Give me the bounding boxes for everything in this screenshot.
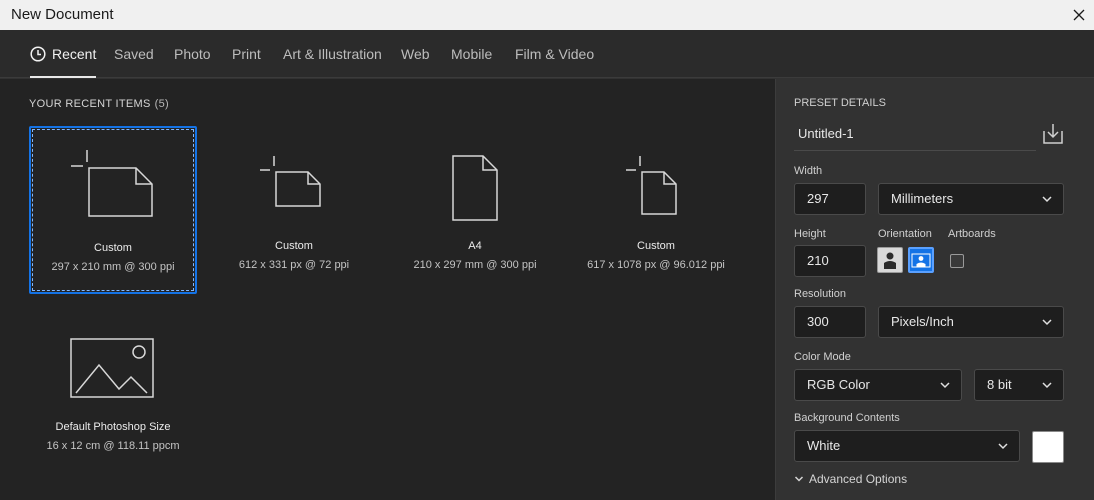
- tab-label: Recent: [52, 46, 97, 62]
- color-mode-select[interactable]: RGB Color: [794, 369, 962, 401]
- bit-depth-value: 8 bit: [987, 377, 1012, 392]
- tab-label: Mobile: [451, 46, 493, 62]
- tab-label: Print: [232, 46, 261, 62]
- chevron-down-icon: [940, 382, 950, 389]
- chevron-down-icon: [1042, 196, 1052, 203]
- chevron-down-icon: [998, 443, 1008, 450]
- tab-label: Web: [401, 46, 430, 62]
- title-bar: New Document: [0, 0, 1094, 30]
- orientation-label: Orientation: [878, 228, 932, 240]
- resolution-label: Resolution: [794, 288, 846, 300]
- landscape-doc-icon: [260, 156, 321, 207]
- background-contents-value: White: [807, 438, 841, 453]
- width-unit-value: Millimeters: [891, 191, 954, 206]
- portrait-person-icon: [884, 252, 896, 269]
- recent-item-name: Custom: [637, 240, 675, 252]
- height-input[interactable]: 210: [794, 245, 866, 277]
- recent-item-name: Custom: [94, 242, 132, 254]
- width-unit-select[interactable]: Millimeters: [878, 183, 1064, 215]
- tab-film-video[interactable]: Film & Video: [515, 30, 594, 78]
- close-button[interactable]: [1064, 0, 1094, 30]
- close-icon: [1073, 9, 1085, 21]
- background-contents-label: Background Contents: [794, 412, 900, 424]
- recent-item[interactable]: A4 210 x 297 mm @ 300 ppi: [391, 126, 559, 294]
- resolution-unit-value: Pixels/Inch: [891, 314, 954, 329]
- preset-details-heading: PRESET DETAILS: [794, 97, 886, 109]
- advanced-options-toggle[interactable]: Advanced Options: [794, 472, 907, 486]
- recent-item-desc: 612 x 331 px @ 72 ppi: [238, 259, 350, 271]
- preset-name-input[interactable]: Untitled-1: [794, 121, 1036, 151]
- tab-saved[interactable]: Saved: [114, 30, 154, 78]
- recent-item-desc: 297 x 210 mm @ 300 ppi: [51, 261, 175, 273]
- advanced-options-label: Advanced Options: [809, 472, 908, 486]
- recent-items-panel: YOUR RECENT ITEMS (5) Custom 297 x 210 mm…: [0, 79, 775, 500]
- tab-label: Film & Video: [515, 46, 595, 62]
- save-preset-icon: [1043, 124, 1063, 144]
- tab-web[interactable]: Web: [401, 30, 430, 78]
- chevron-down-icon: [1042, 319, 1052, 326]
- save-preset-button[interactable]: [1040, 121, 1066, 147]
- width-label: Width: [794, 165, 823, 177]
- recent-item-desc: 16 x 12 cm @ 118.11 ppcm: [46, 440, 180, 452]
- resolution-input[interactable]: 300: [794, 306, 866, 338]
- category-tabs: Recent Saved Photo Print Art & Illustrat…: [0, 30, 1094, 78]
- artboards-label: Artboards: [948, 228, 996, 240]
- recent-item[interactable]: Custom 612 x 331 px @ 72 ppi: [210, 126, 378, 294]
- tab-print[interactable]: Print: [232, 30, 261, 78]
- orientation-landscape-button[interactable]: [908, 247, 934, 273]
- tab-photo[interactable]: Photo: [174, 30, 211, 78]
- background-color-swatch[interactable]: [1032, 431, 1064, 463]
- recent-item-desc: 617 x 1078 px @ 96.012 ppi: [587, 259, 725, 271]
- recent-item-name: Custom: [275, 240, 313, 252]
- recent-item[interactable]: Custom 297 x 210 mm @ 300 ppi: [29, 126, 197, 294]
- window-title: New Document: [11, 6, 114, 23]
- clock-icon: [30, 46, 46, 62]
- height-label: Height: [794, 228, 826, 240]
- width-input[interactable]: 297: [794, 183, 866, 215]
- recent-item[interactable]: Custom 617 x 1078 px @ 96.012 ppi: [572, 126, 740, 294]
- color-mode-value: RGB Color: [807, 377, 870, 392]
- portrait-doc-icon: [626, 156, 677, 215]
- orientation-portrait-button[interactable]: [877, 247, 903, 273]
- tab-label: Saved: [114, 46, 154, 62]
- background-contents-select[interactable]: White: [794, 430, 1020, 462]
- portrait-doc-icon: [452, 155, 498, 221]
- tab-art-illustration[interactable]: Art & Illustration: [283, 30, 382, 78]
- bit-depth-select[interactable]: 8 bit: [974, 369, 1064, 401]
- preset-details-panel: PRESET DETAILS Untitled-1 Width 297 Mill…: [775, 79, 1094, 500]
- tab-label: Art & Illustration: [283, 46, 382, 62]
- landscape-doc-icon: [71, 150, 153, 217]
- color-mode-label: Color Mode: [794, 351, 851, 363]
- artboards-checkbox[interactable]: [950, 254, 964, 268]
- tab-recent[interactable]: Recent: [30, 30, 97, 78]
- recent-items-count: (5): [154, 98, 169, 110]
- tab-mobile[interactable]: Mobile: [451, 30, 492, 78]
- chevron-down-icon: [1042, 382, 1052, 389]
- recent-item-name: Default Photoshop Size: [55, 421, 171, 433]
- recent-item[interactable]: Default Photoshop Size 16 x 12 cm @ 118.…: [29, 307, 197, 475]
- image-icon: [70, 338, 154, 398]
- recent-items-heading: YOUR RECENT ITEMS (5): [29, 98, 169, 110]
- chevron-down-icon: [794, 476, 804, 482]
- landscape-person-icon: [911, 253, 931, 268]
- resolution-unit-select[interactable]: Pixels/Inch: [878, 306, 1064, 338]
- recent-item-name: A4: [468, 240, 482, 252]
- recent-item-desc: 210 x 297 mm @ 300 ppi: [413, 259, 537, 271]
- tab-label: Photo: [174, 46, 211, 62]
